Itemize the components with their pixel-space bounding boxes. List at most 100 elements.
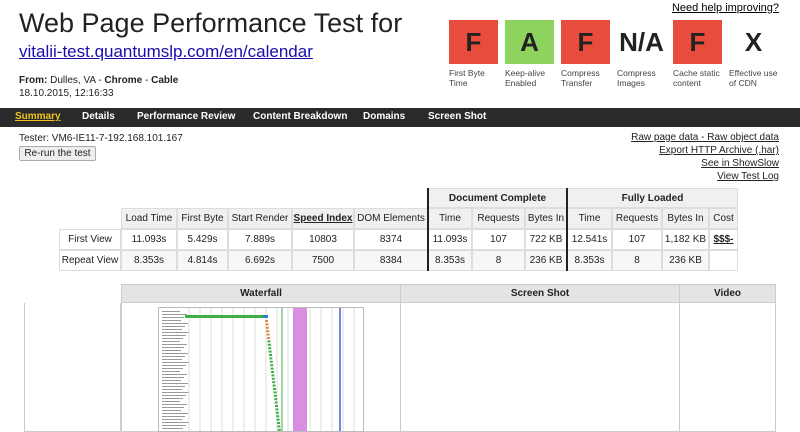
waterfall-graphic <box>162 308 355 431</box>
cdn-grade[interactable]: X <box>729 20 778 64</box>
request-bar <box>274 398 278 401</box>
tab-screen-shot[interactable]: Screen Shot <box>428 111 486 122</box>
compress-images-grade[interactable]: N/A <box>617 20 666 64</box>
test-date: 18.10.2015, 12:16:33 <box>19 88 114 99</box>
row-label-line <box>162 392 189 393</box>
request-bar <box>268 350 272 353</box>
video-header: Video <box>679 284 776 303</box>
keep-alive-grade[interactable]: A <box>505 20 554 64</box>
row-label-line <box>162 368 183 369</box>
group-separator <box>427 188 429 271</box>
connection-type: Cable <box>151 75 179 86</box>
request-bar <box>273 391 277 394</box>
test-info: From: Dulles, VA - Chrome - Cable 18.10.… <box>19 75 179 99</box>
request-bar <box>271 377 275 380</box>
request-bar <box>267 340 271 343</box>
row-label-line <box>162 314 187 315</box>
compress-images-grade-label: Compress Images <box>617 68 656 88</box>
raw-page-data-link[interactable]: Raw page data <box>631 132 698 143</box>
row-label-line <box>162 386 185 387</box>
column-header: Time <box>567 208 612 229</box>
request-bar <box>275 411 279 414</box>
column-header: Load Time <box>121 208 177 229</box>
request-bar <box>274 401 278 404</box>
row-label-line <box>162 344 187 345</box>
first-byte-grade-label: First Byte Time <box>449 68 485 88</box>
keep-alive-grade-label: Keep-alive Enabled <box>505 68 546 88</box>
row-label-line <box>162 404 187 405</box>
group-fully-loaded: Fully Loaded <box>567 188 738 208</box>
row-label-line <box>162 338 183 339</box>
column-header: Bytes In <box>662 208 709 229</box>
row-label-line <box>162 401 180 402</box>
render-marker <box>293 308 307 431</box>
request-bar <box>275 405 278 407</box>
request-bar <box>277 428 281 431</box>
tab-summary[interactable]: Summary <box>15 111 61 122</box>
test-url-link[interactable]: vitalii-test.quantumslp.com/en/calendar <box>19 42 313 62</box>
group-separator <box>566 188 568 271</box>
table-cell: 107 <box>472 229 525 250</box>
table-cell[interactable]: $$$- <box>709 229 738 250</box>
row-label-line <box>162 356 185 357</box>
request-bar <box>265 320 268 322</box>
request-bar <box>271 374 275 377</box>
row-label-line <box>162 374 187 375</box>
cdn-grade-label: Effective use of CDN <box>729 68 778 88</box>
tab-performance-review[interactable]: Performance Review <box>137 111 235 122</box>
rerun-test-button[interactable]: Re-run the test <box>19 146 96 161</box>
view-test-log-link[interactable]: View Test Log <box>717 171 779 182</box>
row-label-line <box>162 413 188 414</box>
row-label-line <box>162 329 182 330</box>
row-label-line <box>162 380 181 381</box>
table-cell: 4.814s <box>177 250 228 271</box>
showslow-link[interactable]: See in ShowSlow <box>701 158 779 169</box>
table-cell: 10803 <box>292 229 354 250</box>
row-label-line <box>162 371 180 372</box>
export-har-link[interactable]: Export HTTP Archive (.har) <box>659 145 779 156</box>
waterfall-thumbnail[interactable] <box>158 307 364 432</box>
table-cell: 8 <box>612 250 662 271</box>
request-bar <box>266 330 270 333</box>
row-label-line <box>162 341 180 342</box>
group-document-complete: Document Complete <box>428 188 567 208</box>
first-byte-grade[interactable]: F <box>449 20 498 64</box>
table-cell: 8.353s <box>428 250 472 271</box>
table-cell: 8384 <box>354 250 428 271</box>
row-label-line <box>162 428 183 429</box>
row-label-line <box>162 320 181 321</box>
request-bar <box>271 371 274 373</box>
compress-transfer-grade-label: Compress Transfer <box>561 68 600 88</box>
row-label-line <box>162 323 188 324</box>
table-cell: 7.889s <box>228 229 292 250</box>
compress-transfer-grade[interactable]: F <box>561 20 610 64</box>
row-label-line <box>162 353 188 354</box>
column-header: DOM Elements <box>354 208 428 229</box>
table-cell: 7500 <box>292 250 354 271</box>
raw-object-data-link[interactable]: Raw object data <box>707 132 779 143</box>
table-cell: 107 <box>612 229 662 250</box>
row-label-line <box>162 383 188 384</box>
request-bar <box>272 384 276 387</box>
row-label-line <box>162 362 189 363</box>
table-cell: 8.353s <box>121 250 177 271</box>
cache-static-grade[interactable]: F <box>673 20 722 64</box>
column-header: Requests <box>612 208 662 229</box>
table-cell: 8 <box>472 250 525 271</box>
raw-data-links: Raw page data - Raw object data <box>631 132 779 143</box>
request-bar <box>269 354 272 356</box>
request-bar <box>267 343 271 346</box>
request-bar <box>269 357 273 360</box>
tester-info: Tester: VM6-IE11-7-192.168.101.167 <box>19 133 183 144</box>
column-header[interactable]: Speed Index <box>292 208 354 229</box>
tab-details[interactable]: Details <box>82 111 115 122</box>
request-bar <box>276 415 280 418</box>
request-bar <box>277 425 281 428</box>
row-label-line <box>162 359 182 360</box>
tab-domains[interactable]: Domains <box>363 111 405 122</box>
table-cell: 8.353s <box>567 250 612 271</box>
screenshot-panel <box>400 303 680 432</box>
tab-content-breakdown[interactable]: Content Breakdown <box>253 111 347 122</box>
help-improving-link[interactable]: Need help improving? <box>672 2 779 14</box>
row-label-line <box>162 347 184 348</box>
